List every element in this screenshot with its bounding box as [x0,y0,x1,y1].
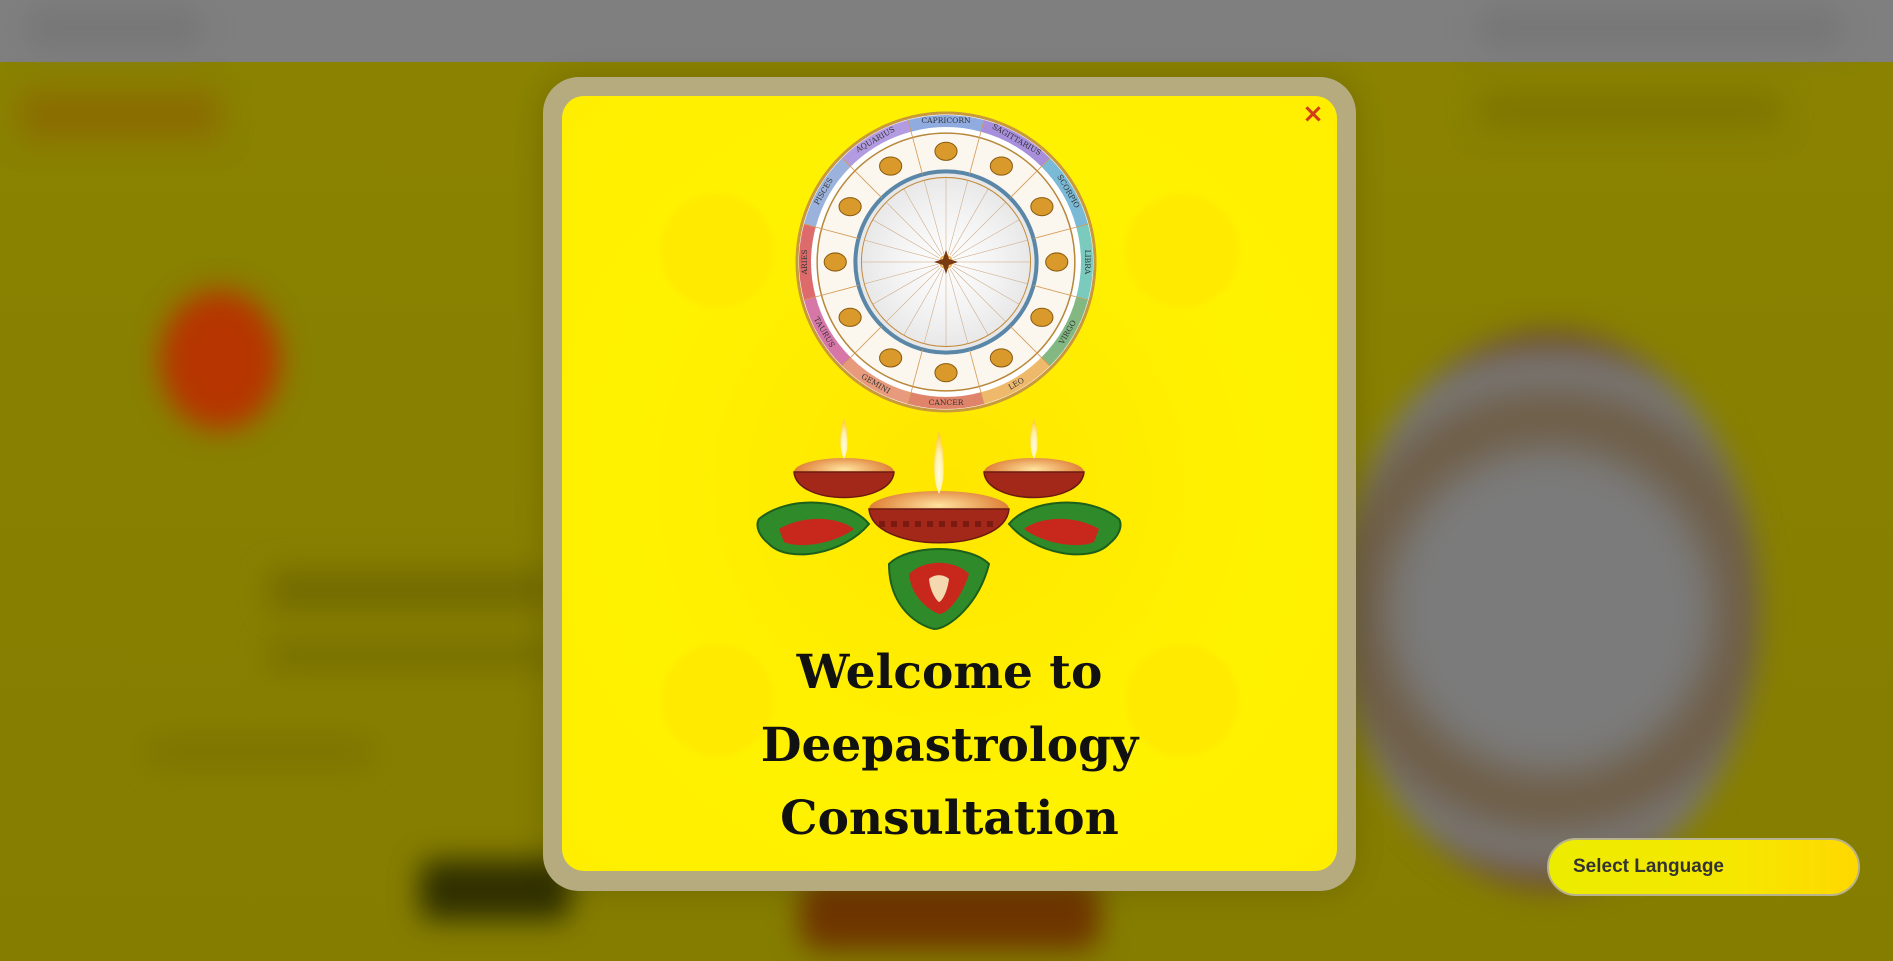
zodiac-label: LIBRA [1083,250,1092,275]
zodiac-sign-figure [989,348,1013,368]
blurred-heading [270,570,550,610]
blurred-text [150,740,370,764]
welcome-heading-line: Welcome to [796,645,1103,700]
zodiac-sign-figure [934,363,958,383]
welcome-modal-card: × CAPRICORN SAGITTARIUS SCORPIO LIBRA VIRGO L… [562,96,1337,871]
zodiac-wheel-image: CAPRICORNSAGITTARIUSSCORPIOLIBRAVIRGOLEO… [795,111,1097,413]
zodiac-sign-figure [838,197,862,217]
zodiac-label: CANCER [929,398,964,407]
blurred-topbar [30,10,200,46]
blurred-zodiac-wheel [1340,330,1760,890]
diya-lamps-image [756,418,1122,631]
blurred-text [270,640,550,670]
zodiac-sign-figure [879,348,903,368]
zodiac-label: CAPRICORN [921,116,971,125]
welcome-heading: Welcome to Deepastrology Consultation [562,636,1337,855]
zodiac-sign-figure [879,156,903,176]
zodiac-sign-figure [823,252,847,272]
zodiac-sign-figure [989,156,1013,176]
zodiac-label: ARIES [800,250,809,276]
blurred-topbar [1480,10,1840,46]
close-icon[interactable]: × [1299,100,1327,128]
blurred-logo [20,90,220,140]
zodiac-sign-figure [1030,307,1054,327]
select-language-button[interactable]: Select Language [1547,838,1860,896]
zodiac-sign-figure [934,141,958,161]
zodiac-sign-figure [1030,197,1054,217]
blurred-nav [1480,92,1780,128]
zodiac-sign-figure [838,307,862,327]
blurred-graphic [160,290,280,430]
zodiac-sign-figure [1045,252,1069,272]
welcome-heading-line: Consultation [780,791,1119,846]
welcome-modal: × CAPRICORN SAGITTARIUS SCORPIO LIBRA VIRGO L… [543,77,1356,891]
welcome-heading-line: Deepastrology [760,718,1139,773]
